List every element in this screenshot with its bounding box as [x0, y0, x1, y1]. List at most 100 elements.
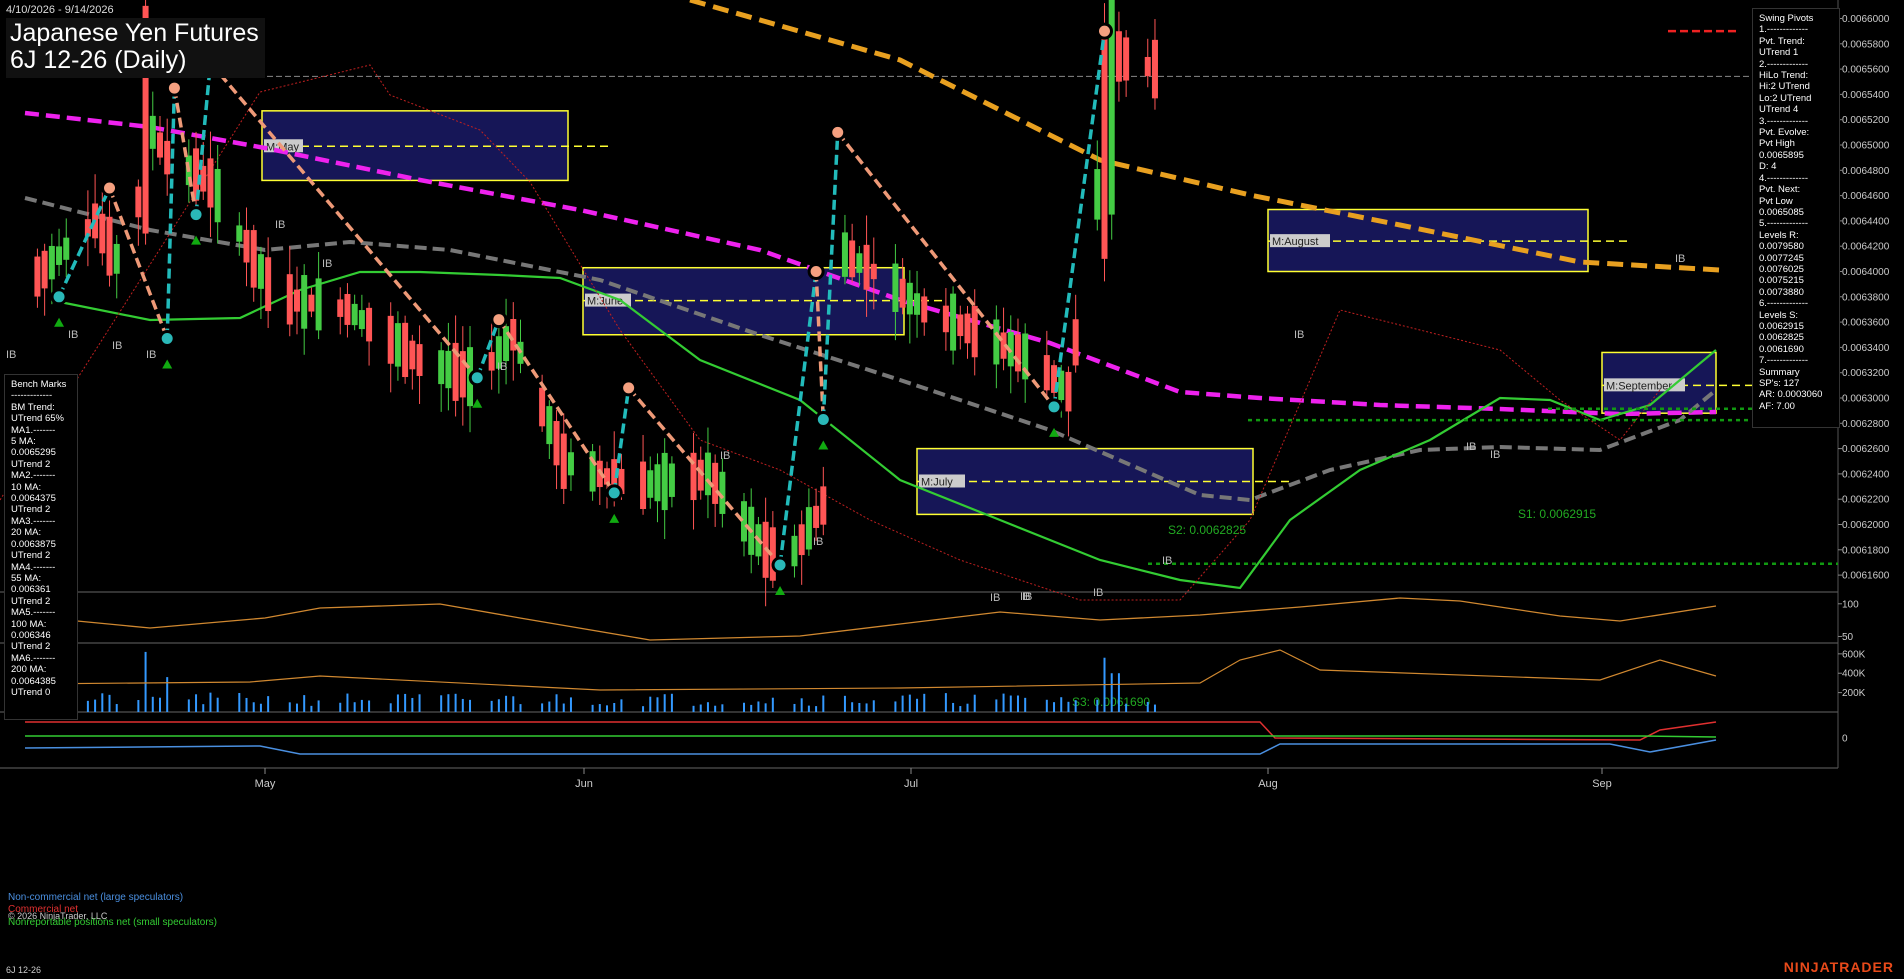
candle-body: [416, 344, 423, 376]
swing-pivots-panel-line: 6.-------------: [1759, 298, 1809, 310]
volume-tick-label: 200K: [1842, 688, 1866, 699]
candle-body: [488, 352, 495, 371]
swing-point-marker: [468, 369, 486, 387]
candle-body: [48, 245, 55, 280]
chart-canvas[interactable]: 0.0066000 0.0065800 0.0065600 0.0065400 0.00…: [0, 0, 1904, 979]
swing-pivots-panel: Swing Pivots 1.------------- Pvt. Trend: UT…: [1752, 8, 1840, 428]
swing-pivots-panel-line: HiLo Trend:: [1759, 70, 1809, 82]
candle-body: [207, 158, 214, 208]
swing-pivots-panel-line: Pvt. Evolve:: [1759, 127, 1810, 139]
x-month-label: Sep: [1592, 778, 1612, 790]
y-tick-label: 0.0061600: [1842, 571, 1890, 582]
candle-body: [841, 232, 848, 277]
swing-pivots-panel-line: UTrend 1: [1759, 47, 1799, 59]
y-tick-label: 0.0064600: [1842, 191, 1890, 202]
candle-body: [553, 421, 560, 466]
candle-body: [640, 461, 647, 510]
candle-body: [914, 293, 921, 315]
swing-pivots-panel-line: 0.0065085: [1759, 206, 1804, 218]
swing-pivots-panel-line: AF: 7.00: [1759, 400, 1795, 412]
candle-body: [539, 387, 546, 427]
candle-body: [820, 486, 827, 525]
swing-pivots-panel-line: 2.-------------: [1759, 58, 1809, 70]
swing-pivots-panel-line: Lo:2 UTrend: [1759, 92, 1812, 104]
candle-body: [366, 307, 373, 342]
chart-title-box: Japanese Yen Futures 6J 12-26 (Daily): [6, 18, 265, 78]
benchmarks-panel-line: 10 MA:: [11, 481, 42, 493]
swing-point-marker: [165, 79, 183, 97]
benchmarks-panel-line: 55 MA:: [11, 572, 42, 584]
swing-point-marker: [1096, 22, 1113, 40]
swing-point-marker: [605, 484, 623, 502]
candle-body: [647, 470, 654, 498]
candle-body: [99, 213, 106, 254]
y-tick-label: 0.0063000: [1842, 394, 1890, 405]
legend-nonreportable: Nonreportable positions net (small specu…: [8, 917, 217, 928]
y-tick-label: 0.0063200: [1842, 368, 1890, 379]
benchmarks-panel-line: 0.0065295: [11, 447, 56, 459]
candle-body: [156, 132, 163, 158]
swing-pivots-panel-line: Levels R:: [1759, 229, 1799, 241]
y-tick-label: 0.0064400: [1842, 216, 1890, 227]
month-box-label: M:August: [1272, 236, 1318, 248]
candle-body: [668, 463, 675, 497]
benchmarks-panel-line: Bench Marks: [11, 379, 67, 390]
candle-body: [964, 313, 971, 344]
ib-label: IB: [1093, 587, 1103, 599]
swing-pivots-panel-line: 4.-------------: [1759, 172, 1809, 184]
month-box-label: M:September: [1606, 380, 1672, 392]
candle-body: [135, 186, 142, 218]
swing-pivots-panel-line: Pvt. Next:: [1759, 184, 1801, 196]
ib-label: IB: [720, 450, 730, 462]
ninjatrader-logo: NINJATRADER: [1783, 959, 1894, 975]
candle-body: [661, 452, 668, 511]
candle-body: [344, 293, 351, 325]
y-tick-label: 0.0063800: [1842, 292, 1890, 303]
candle-body: [546, 406, 553, 445]
month-box-label: M:July: [921, 476, 953, 488]
candle-body: [950, 293, 957, 351]
swing-point-marker: [829, 123, 847, 141]
benchmarks-panel-line: UTrend 2: [11, 550, 51, 562]
candle-body: [459, 351, 466, 398]
candle-body: [892, 263, 899, 312]
candle-body: [704, 452, 711, 496]
date-range: 4/10/2026 - 9/14/2026: [6, 4, 114, 16]
candle-body: [849, 240, 856, 278]
candle-body: [41, 250, 48, 289]
candle-body: [394, 323, 401, 367]
x-month-label: Aug: [1258, 778, 1278, 790]
candle-body: [741, 501, 747, 542]
chart-subtitle: 6J 12-26 (Daily): [10, 46, 187, 74]
up-arrow-marker: [609, 513, 620, 523]
candle-body: [1101, 31, 1108, 259]
benchmarks-panel-line: MA5.-------: [11, 607, 56, 619]
swing-pivots-panel-line: Summary: [1759, 366, 1800, 378]
swing-pivots-panel-line: Pvt Low: [1759, 195, 1793, 207]
candle-body: [265, 257, 272, 312]
swing-pivots-panel-line: 0.0065895: [1759, 149, 1804, 161]
candle-body: [712, 462, 719, 504]
benchmarks-panel-line: 100 MA:: [11, 618, 47, 630]
y-tick-label: 0.0064200: [1842, 242, 1890, 253]
candle-body: [63, 237, 70, 260]
y-tick-label: 0.0065800: [1842, 39, 1890, 50]
candle-body: [971, 305, 978, 358]
ib-label: IB: [497, 361, 507, 373]
swing-pivots-panel-line: Levels S:: [1759, 309, 1799, 321]
candle-body: [1123, 37, 1130, 81]
osc-tick-label: 100: [1842, 599, 1859, 610]
y-tick-label: 0.0066000: [1842, 14, 1890, 25]
swing-line: [165, 88, 177, 339]
ib-label: IB: [1675, 253, 1685, 265]
y-tick-label: 0.0062400: [1842, 469, 1890, 480]
benchmarks-panel-line: 200 MA:: [11, 664, 47, 676]
ib-label: IB: [112, 340, 122, 352]
volume-tick-label: 400K: [1842, 669, 1866, 680]
up-arrow-marker: [472, 398, 483, 408]
candle-body: [798, 524, 805, 556]
swing-point-marker: [814, 411, 832, 429]
y-tick-label: 0.0062000: [1842, 520, 1890, 531]
candle-body: [906, 282, 913, 315]
swing-point-marker: [807, 263, 825, 280]
